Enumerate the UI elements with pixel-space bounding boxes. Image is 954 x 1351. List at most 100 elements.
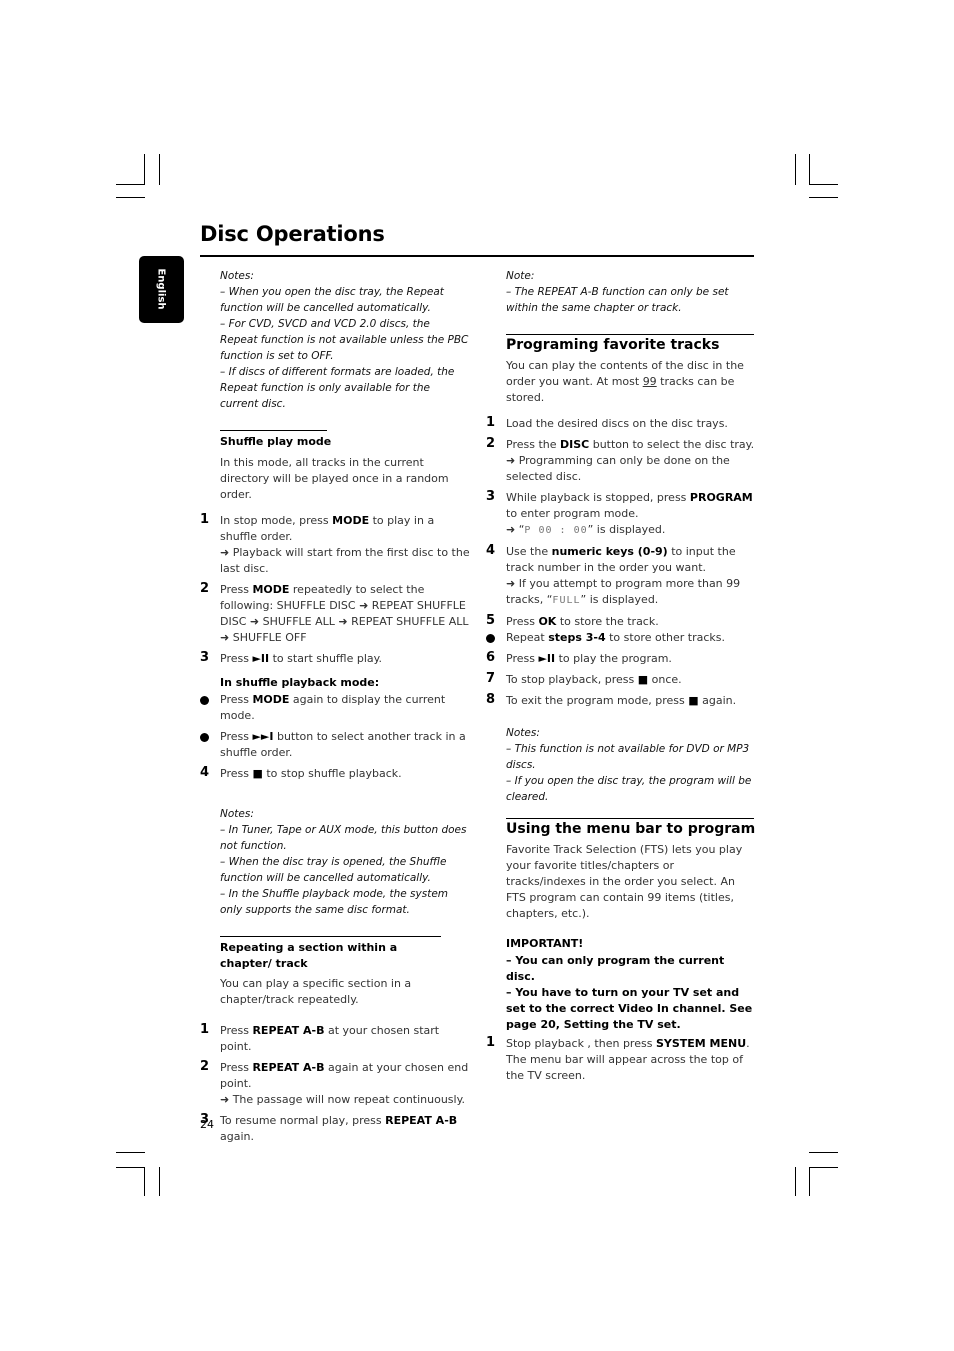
programming-notes: Notes: – This function is not available … [486,725,756,805]
repeat-ab-note: Note: – The REPEAT A-B function can only… [486,268,756,316]
step-text: Press [220,730,253,743]
step-text: to play the program. [555,652,672,665]
step-text: to enter program mode. [506,507,639,520]
title-divider [200,255,754,257]
page-title: Disc Operations [200,222,385,246]
stop-icon: ■ [688,694,699,707]
repeat-ab-section: Repeating a section within a chapter/ tr… [200,940,470,1008]
step-text: In stop mode, press [220,514,333,527]
step: 3 To resume normal play, press REPEAT A-… [200,1112,470,1145]
step-result: ” is displayed. [587,523,666,536]
language-tab-label: English [155,268,167,310]
step: 1 In stop mode, press MODE to play in a … [200,512,470,577]
crop-mark [159,1167,160,1196]
button-name: numeric keys (0-9) [551,545,668,558]
step-text: Press the [506,438,560,451]
section-intro: You can play the contents of the disc in… [506,358,756,406]
crop-mark [809,1167,810,1196]
step-result: ➜ “ [506,523,525,536]
play-pause-icon: ►II [252,652,270,665]
step: 3 Press ►II to start shuffle play. [200,650,470,667]
button-name: OK [538,615,557,628]
step-text: Press [506,652,539,665]
step-text: To resume normal play, press [220,1114,386,1127]
button-name: REPEAT A-B [252,1061,325,1074]
button-name: DISC [560,438,590,451]
section-divider [220,430,327,431]
step: 3 While playback is stopped, press PROGR… [486,489,756,539]
step-number: 2 [200,581,210,596]
crop-mark [809,1167,838,1168]
step: 1 Load the desired discs on the disc tra… [486,415,756,432]
max-tracks-value: 99 [642,375,657,388]
crop-mark [144,1167,145,1196]
step-number: 5 [486,613,496,628]
important-label: IMPORTANT! [506,937,584,950]
button-name: REPEAT A-B [252,1024,325,1037]
crop-mark [116,184,145,185]
step-text: Press [220,767,253,780]
step: 5 Press OK to store the track. [486,613,756,630]
bullet-icon [486,634,495,643]
notes-label: Notes: [506,727,540,739]
crop-mark [809,197,838,198]
step-result: ➜ Playback will start from the first dis… [220,546,470,575]
step-result: ” is displayed. [580,593,659,606]
note-item: – In the Shuffle playback mode, the syst… [220,888,449,916]
step: 6 Press ►II to play the program. [486,650,756,667]
display-readout: FULL [552,595,581,606]
step-text: Press [220,583,253,596]
step-number: 4 [486,543,496,558]
button-name: MODE [252,693,290,706]
section-divider [220,936,441,937]
button-name: PROGRAM [689,491,753,504]
note-item: – This function is not available for DVD… [506,743,750,771]
menu-bar-section: Using the menu bar to program Favorite T… [486,819,756,1033]
play-pause-icon: ►II [538,652,556,665]
bullet-item: Repeat steps 3-4 to store other tracks. [486,630,756,646]
step: 4 Use the numeric keys (0-9) to input th… [486,543,756,609]
subsection-heading: In shuffle playback mode: [220,676,380,689]
section-heading: Shuffle play mode [220,435,332,448]
crop-mark [159,154,160,185]
step-number: 1 [200,1022,210,1037]
step-text: Press [506,615,539,628]
repeat-notes: Notes: – When you open the disc tray, th… [200,268,470,412]
section-intro: You can play a specific section in a cha… [220,977,412,1006]
button-name: REPEAT A-B [385,1114,458,1127]
button-name: SYSTEM MENU [655,1037,747,1050]
step-text: Stop playback , then press [506,1037,656,1050]
step-result: ➜ Programming can only be done on the se… [506,454,730,483]
step-text: Press [220,693,253,706]
step-number: 1 [486,415,496,430]
left-column: Notes: – When you open the disc tray, th… [200,268,470,1145]
step-text: once. [648,673,682,686]
note-item: – For CVD, SVCD and VCD 2.0 discs, the R… [220,318,469,362]
stop-icon: ■ [637,673,649,686]
note-item: – If you open the disc tray, the program… [506,775,752,803]
step: 1 Press REPEAT A-B at your chosen start … [200,1022,470,1055]
step-text: to store the track. [556,615,659,628]
step-text: to stop shuffle playback. [262,767,402,780]
crop-mark [809,1152,838,1153]
step-text: Use the [506,545,552,558]
step-text: to start shuffle play. [269,652,383,665]
step-number: 2 [200,1059,210,1074]
display-readout: P 00 : 00 [524,525,588,536]
step-number: 3 [200,650,210,665]
step-text: Repeat [506,631,549,644]
section-heading: Repeating a section within a chapter/ tr… [220,941,398,970]
step-text: To exit the program mode, press [506,694,689,707]
bullet-icon [200,696,209,705]
step: 8 To exit the program mode, press ■ agai… [486,692,756,709]
bullet-item: Press MODE again to display the current … [200,692,470,724]
step-result: The menu bar will appear across the top … [506,1053,743,1082]
note-item: – The REPEAT A-B function can only be se… [506,286,729,314]
crop-mark [116,197,145,198]
step-text: again. [698,694,737,707]
stop-icon: ■ [252,767,263,780]
crop-mark [795,1167,796,1196]
step-text: Press [220,652,253,665]
step-text: again. [220,1130,254,1143]
note-item: – When you open the disc tray, the Repea… [220,286,444,314]
